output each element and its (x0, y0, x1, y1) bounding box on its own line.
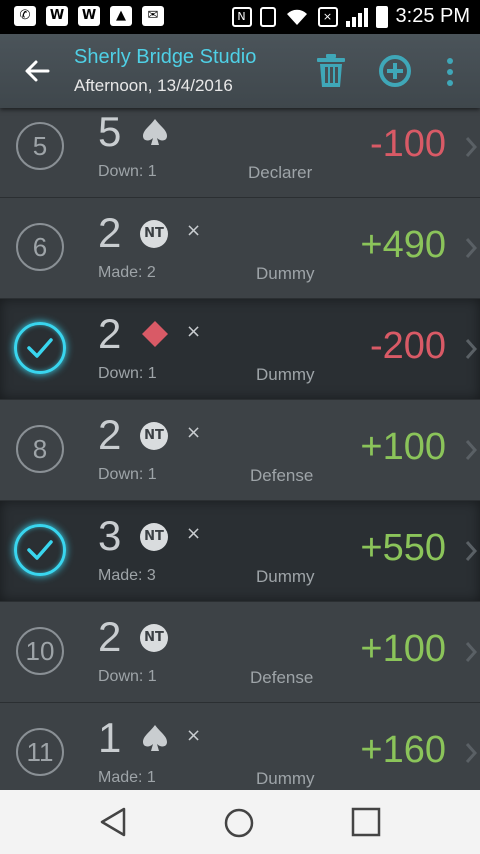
contract-level: 1 (98, 714, 122, 761)
add-button[interactable] (378, 54, 412, 88)
wifi-icon (286, 9, 307, 25)
contract-level: 2 (98, 310, 122, 357)
board-score: +100 (360, 628, 446, 670)
w-icon: W (46, 6, 68, 26)
board-row[interactable]: 5 5 Down: 1 Declarer -100 (0, 97, 480, 198)
chevron-right-icon[interactable] (464, 438, 478, 462)
spade-icon (143, 725, 167, 751)
recents-icon[interactable] (350, 806, 382, 838)
board-list: 5 5 Down: 1 Declarer -100 6 2 NT × Made: 2 Dummy +4… (0, 97, 480, 790)
no-trump-badge: NT (140, 422, 168, 450)
back-arrow-icon[interactable] (24, 58, 50, 84)
clock: 3:25 PM (395, 5, 470, 27)
vibrate-icon (259, 6, 276, 27)
player-role: Dummy (256, 769, 315, 788)
trick-result: Down: 1 (98, 365, 157, 382)
page-title: Sherly Bridge Studio (74, 46, 257, 68)
board-number[interactable]: 6 (16, 223, 64, 271)
contract-level: 2 (98, 411, 122, 458)
navigation-bar (0, 790, 480, 854)
w-icon: W (78, 6, 100, 26)
chevron-right-icon[interactable] (464, 135, 478, 159)
more-options-icon[interactable] (440, 56, 460, 88)
player-role: Defense (250, 668, 314, 687)
contract-level: 2 (98, 613, 122, 660)
board-number[interactable]: 8 (16, 425, 64, 473)
no-trump-badge: NT (140, 523, 168, 551)
board-number[interactable]: 10 (16, 627, 64, 675)
player-role: Dummy (256, 365, 315, 384)
app-bar: Sherly Bridge Studio Afternoon, 13/4/201… (0, 34, 480, 108)
board-number[interactable]: 5 (16, 122, 64, 170)
player-role: Dummy (256, 567, 315, 586)
board-row[interactable]: 3 NT × Made: 3 Dummy +550 (0, 501, 480, 602)
back-icon[interactable] (98, 806, 128, 838)
diamond-icon (142, 321, 168, 347)
trick-result: Made: 3 (98, 567, 156, 584)
board-score: +550 (360, 527, 446, 569)
board-row[interactable]: 11 1 × Made: 1 Dummy +160 (0, 703, 480, 790)
nfc-icon: N (231, 6, 252, 27)
battery-icon (375, 5, 388, 28)
board-score: +490 (360, 224, 446, 266)
trick-result: Made: 2 (98, 264, 156, 281)
spade-icon (143, 119, 167, 145)
image-icon: ▲ (110, 6, 132, 26)
contract-level: 3 (98, 512, 122, 559)
contract-level: 2 (98, 209, 122, 256)
trick-result: Made: 1 (98, 769, 156, 786)
session-subtitle: Afternoon, 13/4/2016 (74, 76, 233, 95)
doubled-marker: × (186, 220, 202, 241)
mail-icon: ✉ (142, 6, 164, 26)
player-role: Declarer (248, 163, 313, 182)
board-row[interactable]: 2 × Down: 1 Dummy -200 (0, 299, 480, 400)
board-score: +100 (360, 426, 446, 468)
doubled-marker: × (186, 523, 202, 544)
trick-result: Down: 1 (98, 163, 157, 180)
contract-level: 5 (98, 108, 122, 155)
board-row[interactable]: 8 2 NT × Down: 1 Defense +100 (0, 400, 480, 501)
chevron-right-icon[interactable] (464, 640, 478, 664)
doubled-marker: × (186, 422, 202, 443)
board-score: +160 (360, 729, 446, 771)
chevron-right-icon[interactable] (464, 539, 478, 563)
chevron-right-icon[interactable] (464, 337, 478, 361)
chevron-right-icon[interactable] (464, 741, 478, 765)
signal-icon (345, 7, 368, 27)
board-row[interactable]: 10 2 NT Down: 1 Defense +100 (0, 602, 480, 703)
no-trump-badge: NT (140, 220, 168, 248)
doubled-marker: × (186, 725, 202, 746)
board-row[interactable]: 6 2 NT × Made: 2 Dummy +490 (0, 198, 480, 299)
delete-button[interactable] (316, 54, 346, 88)
trick-result: Down: 1 (98, 668, 157, 685)
status-bar: ✆ W W ▲ ✉ N × 3:25 PM (0, 0, 480, 34)
home-icon[interactable] (222, 806, 256, 840)
selected-check-icon[interactable] (14, 524, 66, 576)
doubled-marker: × (186, 321, 202, 342)
selected-check-icon[interactable] (14, 322, 66, 374)
trick-result: Down: 1 (98, 466, 157, 483)
player-role: Defense (250, 466, 314, 485)
board-score: -100 (369, 123, 446, 165)
no-sim-icon: × (317, 6, 338, 27)
player-role: Dummy (256, 264, 315, 283)
no-trump-badge: NT (140, 624, 168, 652)
board-score: -200 (369, 325, 446, 367)
chevron-right-icon[interactable] (464, 236, 478, 260)
board-number[interactable]: 11 (16, 728, 64, 776)
whatsapp-icon: ✆ (14, 6, 36, 26)
